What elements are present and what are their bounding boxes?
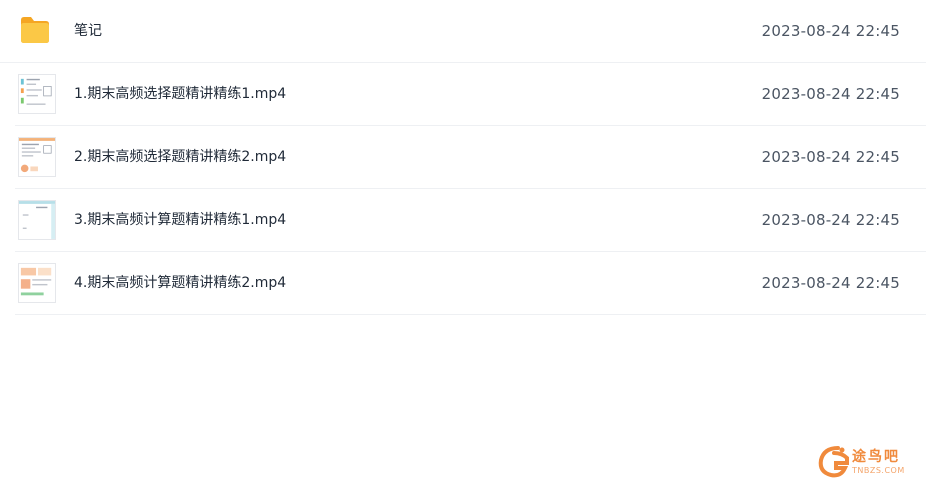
video-thumbnail-icon xyxy=(18,263,56,303)
watermark-logo-icon xyxy=(818,446,849,478)
watermark-subtext: TNBZS.COM xyxy=(852,466,905,475)
file-row[interactable]: 3.期末高频计算题精讲精练1.mp4 2023-08-24 22:45 xyxy=(15,189,926,252)
video-thumbnail-icon xyxy=(18,137,56,177)
file-name: 4.期末高频计算题精讲精练2.mp4 xyxy=(74,275,287,291)
folder-icon xyxy=(21,17,49,43)
file-list: 笔记 2023-08-24 22:45 1.期末高频选择题精讲精练1.mp4 2… xyxy=(0,0,926,315)
file-modified-time: 2023-08-24 22:45 xyxy=(761,22,900,40)
file-row[interactable]: 2.期末高频选择题精讲精练2.mp4 2023-08-24 22:45 xyxy=(15,126,926,189)
watermark-text: 途鸟吧 xyxy=(852,449,900,465)
site-watermark: 途鸟吧 TNBZS.COM xyxy=(816,444,916,484)
file-row[interactable]: 4.期末高频计算题精讲精练2.mp4 2023-08-24 22:45 xyxy=(15,252,926,315)
file-modified-time: 2023-08-24 22:45 xyxy=(761,274,900,292)
file-name: 1.期末高频选择题精讲精练1.mp4 xyxy=(74,86,287,102)
file-row-folder[interactable]: 笔记 2023-08-24 22:45 xyxy=(0,0,926,63)
file-name: 2.期末高频选择题精讲精练2.mp4 xyxy=(74,149,287,165)
video-thumbnail-icon xyxy=(18,200,56,240)
file-modified-time: 2023-08-24 22:45 xyxy=(761,85,900,103)
video-thumbnail-icon xyxy=(18,74,56,114)
file-name: 笔记 xyxy=(74,23,102,39)
file-row[interactable]: 1.期末高频选择题精讲精练1.mp4 2023-08-24 22:45 xyxy=(15,63,926,126)
file-name: 3.期末高频计算题精讲精练1.mp4 xyxy=(74,212,287,228)
file-modified-time: 2023-08-24 22:45 xyxy=(761,211,900,229)
file-modified-time: 2023-08-24 22:45 xyxy=(761,148,900,166)
